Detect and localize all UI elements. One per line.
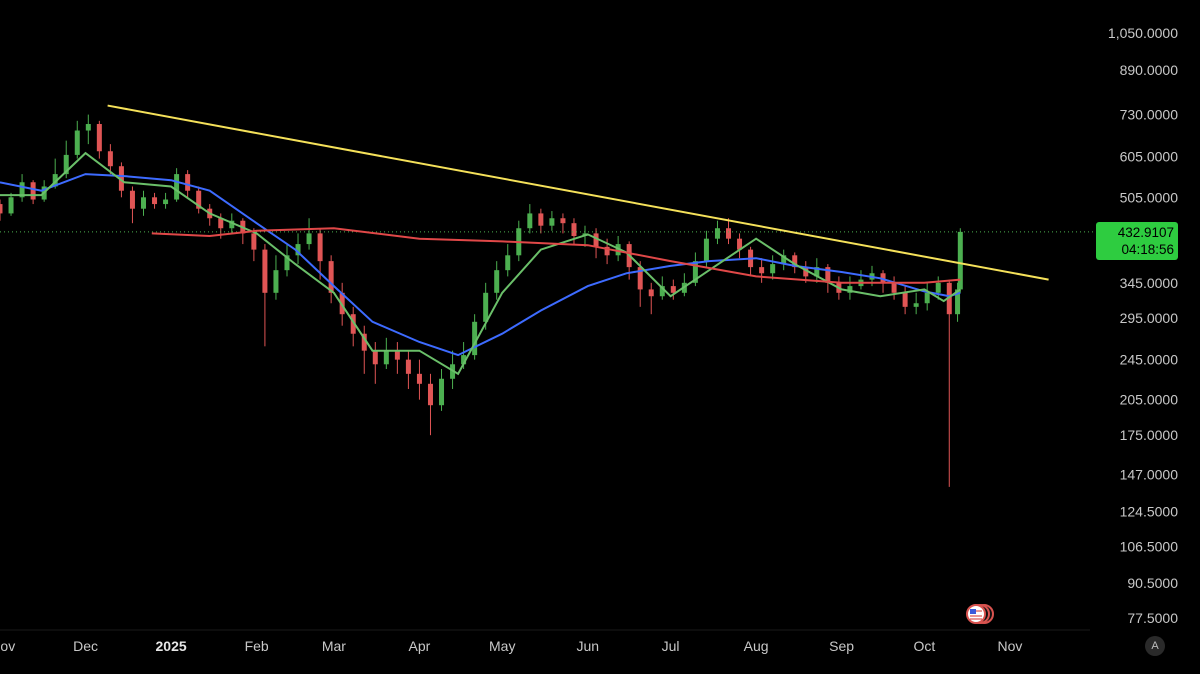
- x-tick-label: Aug: [744, 638, 769, 654]
- price-chart[interactable]: 1,050.0000 890.0000 730.0000 605.0000 505.00…: [0, 0, 1200, 674]
- candle-body: [571, 223, 577, 237]
- y-tick-label: 106.5000: [1120, 539, 1179, 555]
- candle-body: [152, 197, 158, 205]
- x-tick-label: Oct: [914, 638, 936, 654]
- candle-body: [30, 182, 36, 200]
- candle-body: [8, 197, 14, 214]
- candle-body: [505, 255, 511, 271]
- candle-body: [0, 204, 3, 214]
- y-tick-label: 90.5000: [1127, 575, 1178, 591]
- candle-body: [902, 292, 908, 307]
- candle-body: [924, 292, 930, 304]
- y-tick-label: 175.0000: [1120, 427, 1179, 443]
- candle-body: [648, 289, 654, 297]
- candle-body: [494, 270, 500, 293]
- candle-body: [317, 233, 323, 262]
- x-tick-label: Apr: [409, 638, 431, 654]
- x-tick-label: Dec: [73, 638, 98, 654]
- candle-body: [85, 124, 91, 131]
- x-tick-label: Feb: [245, 638, 269, 654]
- candle-body: [372, 350, 378, 365]
- y-tick-label: 245.0000: [1120, 352, 1179, 368]
- x-tick-label: Sep: [829, 638, 854, 654]
- candle-body: [439, 378, 445, 406]
- y-tick-label: 605.0000: [1120, 149, 1179, 165]
- y-tick-label: 124.5000: [1120, 504, 1179, 520]
- y-tick-label: 730.0000: [1120, 107, 1179, 123]
- candle-body: [405, 359, 411, 374]
- candle-body: [549, 218, 555, 226]
- candle-body: [770, 264, 776, 274]
- x-tick-label: May: [489, 638, 515, 654]
- x-tick-label: Jun: [576, 638, 599, 654]
- x-tick-label: Mar: [322, 638, 346, 654]
- x-tick-label: Nov: [0, 638, 15, 654]
- us-flag-event-icon[interactable]: [962, 600, 998, 628]
- candle-body: [129, 190, 135, 209]
- candle-body: [262, 249, 268, 293]
- candle-body: [185, 174, 191, 191]
- candle-body: [703, 238, 709, 262]
- y-tick-label: 1,050.0000: [1108, 25, 1178, 41]
- candle-body: [935, 282, 941, 293]
- candle-body: [483, 292, 489, 322]
- candle-body: [163, 199, 169, 205]
- candle-body: [714, 228, 720, 239]
- candle-body: [273, 270, 279, 293]
- candle-body: [96, 124, 102, 152]
- countdown-label: 04:18:56: [1121, 242, 1174, 257]
- y-tick-label: 77.5000: [1127, 610, 1178, 626]
- candle-body: [383, 350, 389, 365]
- candle-body: [527, 213, 533, 229]
- current-price-label: 432.9107: [1117, 225, 1174, 240]
- candle-body: [107, 151, 113, 167]
- candle-body: [560, 218, 566, 224]
- candle-body: [416, 373, 422, 384]
- candle-body: [74, 130, 80, 155]
- candle-body: [251, 233, 257, 250]
- candle-body: [538, 213, 544, 226]
- y-tick-label: 890.0000: [1120, 62, 1179, 78]
- candle-body: [427, 383, 433, 406]
- y-tick-label: 295.0000: [1120, 310, 1179, 326]
- chart-background: [0, 0, 1200, 674]
- candle-body: [328, 261, 334, 293]
- candle-body: [957, 231, 963, 290]
- candle-body: [891, 282, 897, 293]
- y-tick-label: 345.0000: [1120, 275, 1179, 291]
- current-price-tag: 432.9107 04:18:56: [1096, 222, 1178, 260]
- auto-scale-button[interactable]: A: [1145, 636, 1165, 656]
- candle-body: [394, 350, 400, 360]
- candle-body: [726, 228, 732, 239]
- y-tick-label: 147.0000: [1120, 466, 1179, 482]
- candle-body: [759, 267, 765, 274]
- candle-body: [670, 286, 676, 293]
- candle-body: [140, 197, 146, 209]
- y-tick-label: 505.0000: [1120, 189, 1179, 205]
- candle-body: [174, 174, 180, 200]
- x-tick-label: 2025: [156, 638, 187, 654]
- candle-body: [306, 233, 312, 245]
- candle-body: [913, 303, 919, 307]
- x-tick-label: Nov: [998, 638, 1023, 654]
- x-tick-label: Jul: [662, 638, 680, 654]
- y-tick-label: 205.0000: [1120, 392, 1179, 408]
